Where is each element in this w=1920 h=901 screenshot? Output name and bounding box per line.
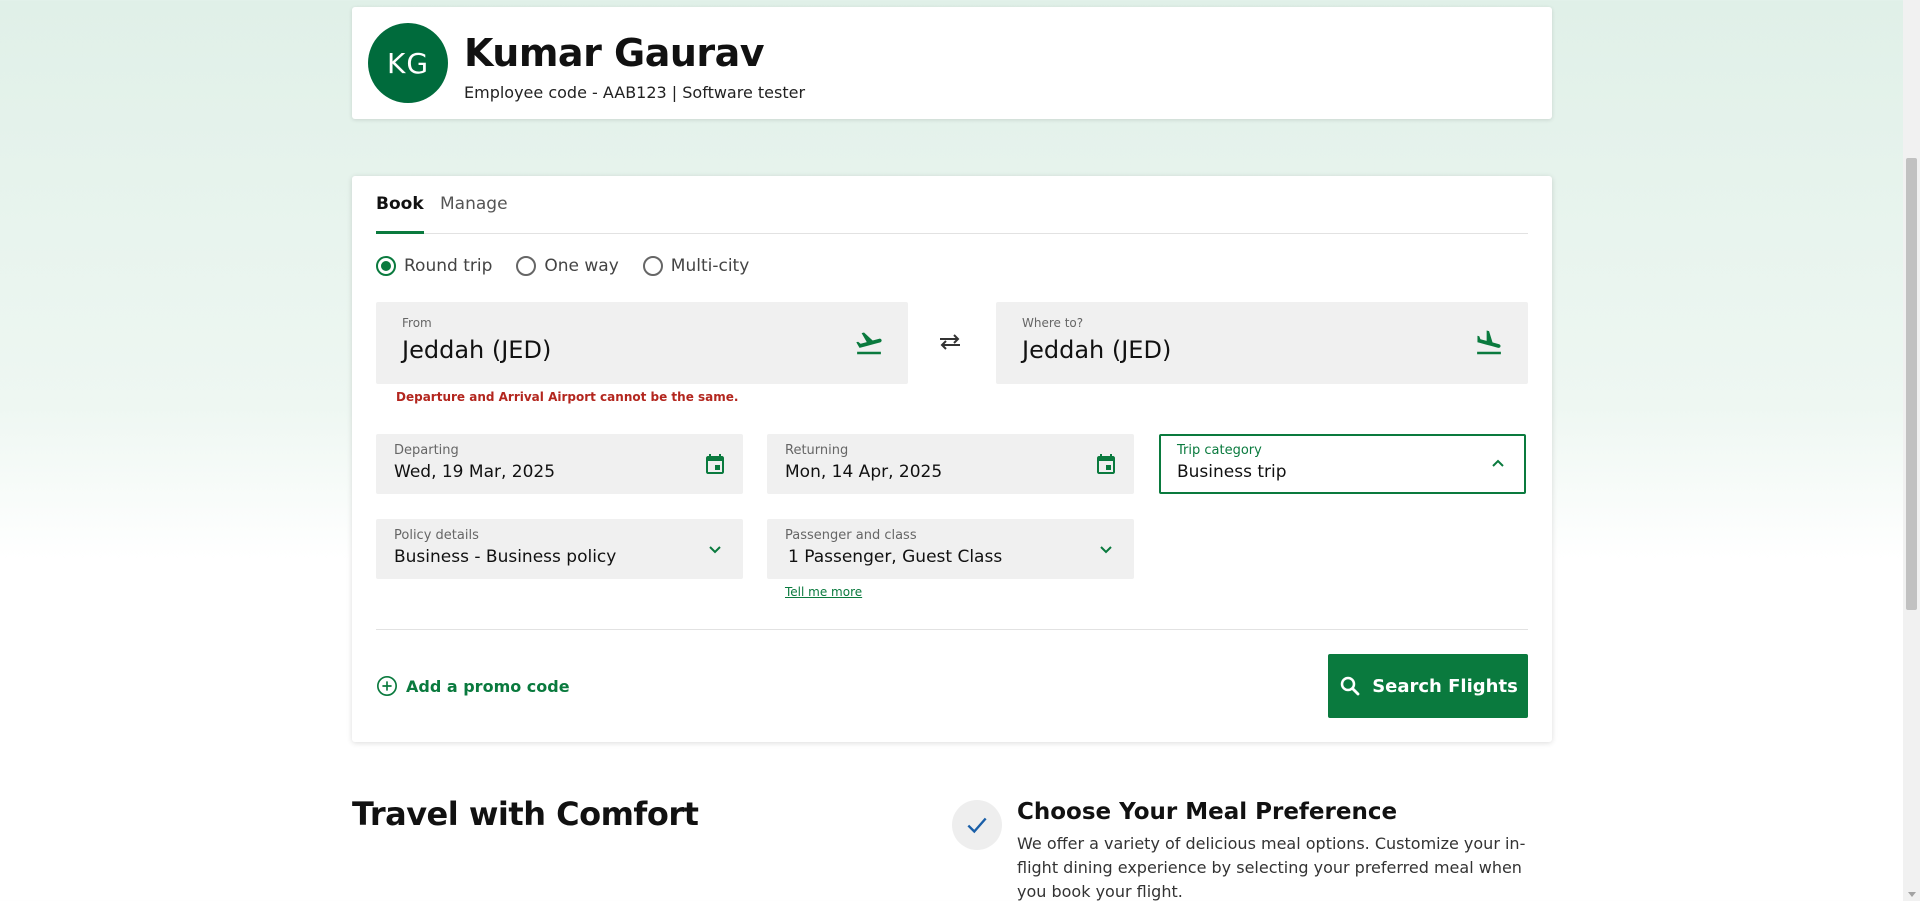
radio-round-trip-label: Round trip [404, 256, 493, 276]
policy-label: Policy details [394, 528, 479, 543]
passenger-class-select[interactable]: Passenger and class 1 Passenger, Guest C… [767, 519, 1134, 579]
calendar-icon[interactable] [1094, 452, 1118, 476]
chevron-down-icon[interactable] [703, 537, 727, 561]
from-airport-field[interactable]: From Jeddah (JED) [376, 302, 908, 384]
booking-tabs: Book Manage [376, 176, 1528, 234]
returning-label: Returning [785, 443, 849, 458]
profile-card: KG Kumar Gaurav Employee code - AAB123 |… [352, 7, 1552, 119]
chevron-up-icon[interactable] [1486, 452, 1510, 476]
departing-date-field[interactable]: Departing Wed, 19 Mar, 2025 [376, 434, 743, 494]
returning-date-field[interactable]: Returning Mon, 14 Apr, 2025 [767, 434, 1134, 494]
plane-landing-icon [1477, 330, 1501, 355]
to-airport-field[interactable]: Where to? Jeddah (JED) [996, 302, 1528, 384]
scrollbar[interactable] [1903, 0, 1920, 901]
section-title: Travel with Comfort [352, 795, 699, 833]
error-message: Departure and Arrival Airport cannot be … [396, 390, 739, 404]
radio-unchecked-icon[interactable] [642, 256, 663, 276]
checkmark-icon [967, 817, 987, 834]
departing-value: Wed, 19 Mar, 2025 [394, 462, 556, 482]
search-flights-button[interactable]: Search Flights [1328, 654, 1528, 718]
radio-multi-city-label: Multi-city [670, 256, 750, 276]
profile-name: Kumar Gaurav [464, 31, 765, 75]
trip-category-value: Business trip [1177, 462, 1287, 482]
add-promo-code-button[interactable]: Add a promo code [376, 675, 570, 697]
plane-takeoff-icon [856, 332, 882, 355]
avatar: KG [368, 23, 448, 103]
radio-one-way-label: One way [544, 256, 619, 276]
to-label: Where to? [1022, 316, 1084, 330]
promo-label: Add a promo code [406, 676, 570, 696]
from-value: Jeddah (JED) [402, 336, 552, 364]
radio-one-way[interactable]: One way [516, 256, 619, 276]
departing-label: Departing [394, 443, 459, 458]
from-label: From [402, 316, 432, 330]
radio-multi-city[interactable]: Multi-city [642, 256, 750, 276]
policy-details-select[interactable]: Policy details Business - Business polic… [376, 519, 743, 579]
passenger-value: 1 Passenger, Guest Class [788, 547, 1003, 567]
tab-book[interactable]: Book [376, 194, 424, 234]
to-value: Jeddah (JED) [1022, 336, 1172, 364]
trip-type-group: Round trip One way Multi-city [376, 256, 749, 276]
feature-badge [952, 800, 1002, 850]
returning-value: Mon, 14 Apr, 2025 [785, 462, 943, 482]
radio-round-trip[interactable]: Round trip [376, 256, 492, 276]
radio-checked-icon[interactable] [376, 256, 396, 276]
meal-preference-description: We offer a variety of delicious meal opt… [1017, 834, 1526, 901]
swap-arrows-icon[interactable] [936, 330, 964, 354]
scroll-down-arrow-icon[interactable] [1908, 892, 1916, 897]
trip-category-select[interactable]: Trip category Business trip [1159, 434, 1526, 494]
divider [376, 629, 1528, 630]
calendar-icon[interactable] [703, 452, 727, 476]
profile-subtitle: Employee code - AAB123 | Software tester [464, 83, 806, 102]
radio-unchecked-icon[interactable] [516, 256, 537, 276]
search-flights-label: Search Flights [1372, 675, 1518, 697]
chevron-down-icon[interactable] [1094, 537, 1118, 561]
meal-preference-title: Choose Your Meal Preference [1017, 799, 1398, 825]
tab-manage[interactable]: Manage [440, 194, 508, 234]
policy-value: Business - Business policy [394, 547, 617, 567]
plus-circle-icon [377, 676, 397, 696]
tell-me-more-link[interactable]: Tell me more [785, 585, 862, 599]
booking-card: Book Manage Round trip One way Multi-cit… [352, 176, 1552, 742]
scrollbar-thumb[interactable] [1906, 158, 1917, 610]
passenger-label: Passenger and class [785, 528, 917, 543]
trip-category-label: Trip category [1177, 443, 1262, 458]
search-icon [1340, 676, 1360, 696]
